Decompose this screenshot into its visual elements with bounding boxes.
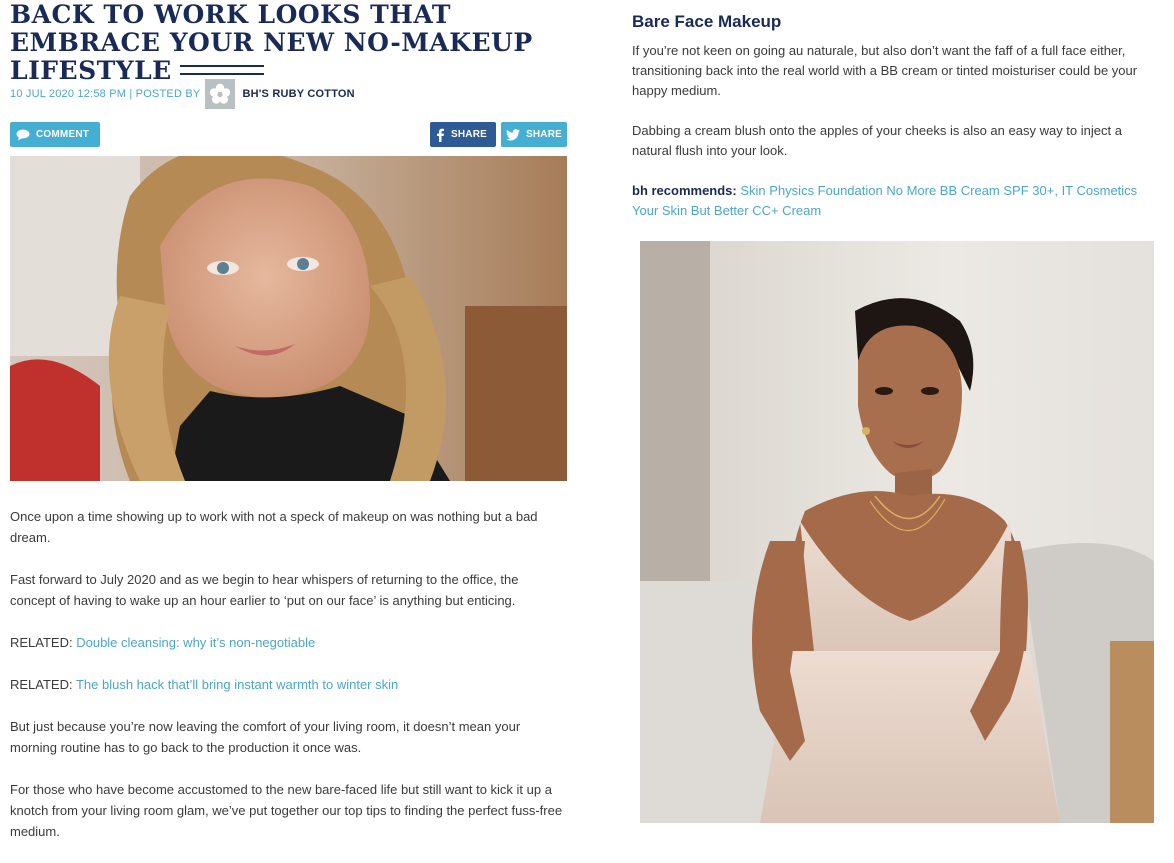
related-prefix: RELATED: [10, 635, 77, 650]
related-line: RELATED: The blush hack that’ll bring in… [10, 674, 567, 695]
twitter-share-label: SHARE [526, 129, 563, 140]
facebook-share-button[interactable]: SHARE [430, 122, 496, 147]
recommends-line: bh recommends: Skin Physics Foundation N… [632, 181, 1164, 221]
comment-button[interactable]: COMMENT [10, 122, 100, 147]
related-line: RELATED: Double cleansing: why it’s non-… [10, 632, 567, 653]
article-meta: 10 JUL 2020 12:58 PM | POSTED BY BH'S RU… [10, 78, 355, 110]
comment-bubble-icon [16, 129, 30, 140]
post-date: 10 JUL 2020 12:58 PM | POSTED BY [10, 88, 201, 100]
facebook-icon [437, 128, 444, 142]
section-heading: Bare Face Makeup [632, 12, 782, 31]
section-photo [640, 241, 1154, 823]
article-title-text: BACK TO WORK LOOKS THAT EMBRACE YOUR NEW… [10, 0, 533, 85]
twitter-icon [506, 128, 520, 141]
author-avatar[interactable] [205, 79, 236, 109]
comment-button-label: COMMENT [36, 129, 90, 140]
title-decorative-rule [179, 64, 264, 75]
recommends-separator: , [1054, 183, 1062, 198]
article-hero-photo [10, 156, 567, 481]
article-paragraph: Once upon a time showing up to work with… [10, 509, 538, 545]
section-photo-illustration [640, 241, 1154, 823]
facebook-share-label: SHARE [451, 129, 488, 140]
article-paragraph: For those who have become accustomed to … [10, 782, 563, 839]
section-paragraph: If you’re not keen on going au naturale,… [632, 43, 1138, 98]
article-paragraph: Fast forward to July 2020 and as we begi… [10, 572, 519, 608]
hero-photo-illustration [10, 156, 567, 481]
author-name[interactable]: BH'S RUBY COTTON [242, 88, 354, 100]
section-paragraph: Dabbing a cream blush onto the apples of… [632, 123, 1122, 158]
twitter-share-button[interactable]: SHARE [501, 122, 567, 147]
related-link-double-cleansing[interactable]: Double cleansing: why it’s non-negotiabl… [76, 635, 315, 650]
recommends-label: bh recommends: [632, 183, 737, 198]
related-prefix: RELATED: [10, 677, 76, 692]
article-body: Once upon a time showing up to work with… [10, 506, 567, 863]
recommends-link-skin-physics[interactable]: Skin Physics Foundation No More BB Cream… [740, 183, 1054, 198]
related-link-blush-hack[interactable]: The blush hack that’ll bring instant war… [76, 677, 398, 692]
flower-avatar-icon [210, 83, 231, 104]
section-body: If you’re not keen on going au naturale,… [632, 41, 1164, 241]
article-paragraph: But just because you’re now leaving the … [10, 719, 521, 755]
article-title: BACK TO WORK LOOKS THAT EMBRACE YOUR NEW… [10, 1, 570, 85]
